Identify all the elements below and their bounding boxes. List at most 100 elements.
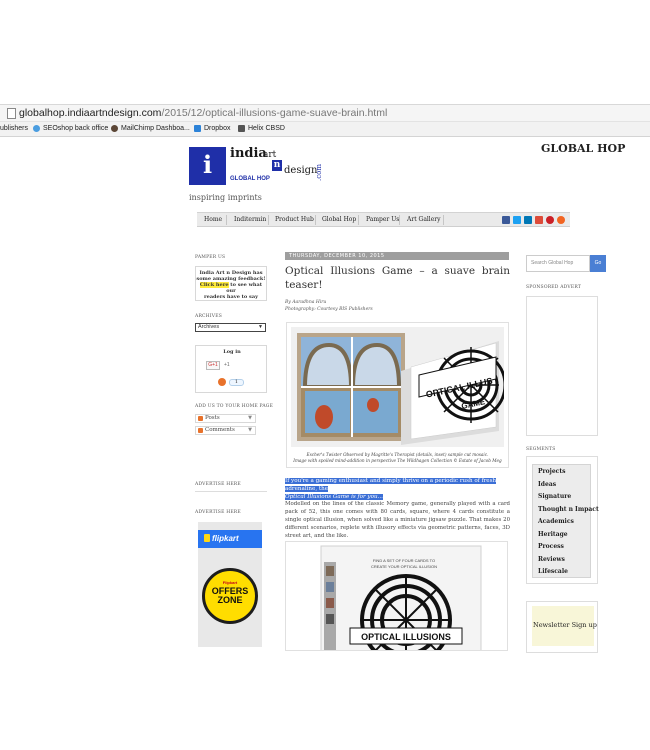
nav-divider xyxy=(443,215,444,225)
nav-divider xyxy=(268,215,269,225)
bookmark-label: MailChimp Dashboa... xyxy=(121,125,190,132)
post-title-line1: Optical Illusions Game – a suave brain xyxy=(285,265,510,277)
post-date: THURSDAY, DECEMBER 10, 2015 xyxy=(289,253,385,259)
logo-art: art xyxy=(263,150,277,160)
bookmark-dropbox[interactable]: Dropbox xyxy=(194,125,230,132)
sponsored-heading: SPONSORED ADVERT xyxy=(526,285,582,290)
tagline: inspiring imprints xyxy=(189,193,262,202)
cloud-icon xyxy=(33,125,40,132)
sponsored-advert-box[interactable] xyxy=(526,296,598,436)
segment-academics[interactable]: Academics xyxy=(538,518,574,525)
page-icon xyxy=(7,108,16,119)
game-box-photo[interactable]: OPTICAL ILLUS GAME xyxy=(291,327,504,447)
segment-signature[interactable]: Signature xyxy=(538,493,571,500)
pamper-box: India Art n Design has some amazing feed… xyxy=(195,266,267,301)
bookmark-mailchimp[interactable]: MailChimp Dashboa... xyxy=(111,125,190,132)
archives-value: Archives xyxy=(198,324,220,330)
segment-ideas[interactable]: Ideas xyxy=(538,481,556,488)
segment-heritage[interactable]: Heritage xyxy=(538,531,568,538)
follow-icon[interactable] xyxy=(218,378,226,386)
bookmarks-bar: ublishers SEOshop back office MailChimp … xyxy=(0,122,650,137)
segment-thought-n-impact[interactable]: Thought n Impact xyxy=(538,506,599,513)
offers-brand: Flipkart xyxy=(222,580,238,585)
body-paragraph: Modelled on the lines of the classic Mem… xyxy=(285,501,510,539)
zone-text: ZONE xyxy=(217,595,243,605)
second-image-frame[interactable]: FIND A SET OF FOUR CARDS TO CREATE YOUR … xyxy=(285,541,508,651)
segments-heading: SEGMENTS xyxy=(526,447,556,452)
offers-zone-badge: Flipkart OFFERS ZONE xyxy=(202,568,258,624)
bookmark-helix[interactable]: Helix CBSD xyxy=(238,125,285,132)
site-logo[interactable]: i india art n design .com GLOBAL HOP xyxy=(189,146,323,187)
svg-text:CREATE YOUR OPTICAL ILLUSION: CREATE YOUR OPTICAL ILLUSION xyxy=(371,564,437,569)
subscribe-comments-label: Comments xyxy=(205,427,235,433)
pamper-heading: PAMPER US xyxy=(195,255,226,260)
url-text[interactable]: globalhop.indiaartndesign.com/2015/12/op… xyxy=(19,107,387,119)
subscribe-posts-label: Posts xyxy=(205,415,220,421)
site-title: GLOBAL HOP xyxy=(541,142,626,155)
shopping-bag-icon xyxy=(204,534,210,542)
image-caption: Escher's Twister Observed by Magritte's … xyxy=(287,452,508,464)
caption-line2: Image with spoiled mind-addition in pers… xyxy=(293,458,502,463)
dropdown-arrow-icon: ▼ xyxy=(258,324,263,330)
archives-select[interactable]: Archives ▼ xyxy=(195,323,266,332)
subscribe-posts[interactable]: Posts ▼ xyxy=(195,414,256,423)
intro-highlight: If you're a gaming enthusiast and simply… xyxy=(285,477,510,501)
game-box-illustration: OPTICAL ILLUS GAME xyxy=(291,327,504,447)
nav-divider xyxy=(226,215,227,225)
divider xyxy=(195,491,267,492)
stumbleupon-icon[interactable] xyxy=(557,216,565,224)
segment-lifescale[interactable]: Lifescale xyxy=(538,568,568,575)
add-home-heading: ADD US TO YOUR HOME PAGE xyxy=(195,404,274,409)
googleplus-icon[interactable] xyxy=(535,216,543,224)
segment-projects[interactable]: Projects xyxy=(538,468,565,475)
search-button[interactable]: Go xyxy=(590,255,606,272)
byline-author: By Aaradhna Hiru xyxy=(285,300,327,305)
bookmark-label: Helix CBSD xyxy=(248,125,285,132)
bookmark-publishers[interactable]: ublishers xyxy=(0,125,28,132)
archives-heading: ARCHIVES xyxy=(195,314,223,319)
address-bar[interactable]: globalhop.indiaartndesign.com/2015/12/op… xyxy=(0,104,650,122)
segments-list: Projects Ideas Signature Thought n Impac… xyxy=(532,464,599,578)
post-title[interactable]: Optical Illusions Game – a suave brain t… xyxy=(285,264,510,292)
bookmark-label: SEOshop back office xyxy=(43,125,109,132)
byline: By Aaradhna Hiru Photography: Courtesy B… xyxy=(285,299,373,313)
post-date-bar: THURSDAY, DECEMBER 10, 2015 xyxy=(285,252,509,260)
search-input[interactable]: Search Global Hop xyxy=(526,255,590,272)
post-image-frame: OPTICAL ILLUS GAME Escher's Twister Obse… xyxy=(286,322,509,468)
subscribe-comments[interactable]: Comments ▼ xyxy=(195,426,256,435)
linkedin-icon[interactable] xyxy=(524,216,532,224)
nav-product-hub[interactable]: Product Hub xyxy=(275,216,314,223)
flipkart-ad[interactable]: flipkart Flipkart OFFERS ZONE xyxy=(198,522,262,647)
post-title-line2: teaser! xyxy=(285,279,323,291)
gplus-button[interactable]: G+1 xyxy=(206,361,220,370)
nav-home[interactable]: Home xyxy=(204,216,222,223)
pamper-line3: to see what our xyxy=(226,282,263,294)
segment-reviews[interactable]: Reviews xyxy=(538,556,565,563)
chevron-down-icon: ▼ xyxy=(248,427,252,433)
svg-text:FIND A SET OF FOUR CARDS TO: FIND A SET OF FOUR CARDS TO xyxy=(373,558,435,563)
segment-process[interactable]: Process xyxy=(538,543,564,550)
bookmark-label: Dropbox xyxy=(204,125,231,132)
svg-text:OPTICAL ILLUSIONS: OPTICAL ILLUSIONS xyxy=(361,632,451,642)
pinterest-icon[interactable] xyxy=(546,216,554,224)
newsletter-signup-link[interactable]: Newsletter Sign up xyxy=(533,621,597,629)
url-path: /2015/12/optical-illusions-game-suave-br… xyxy=(161,107,388,119)
click-here-link[interactable]: Click here xyxy=(199,282,229,288)
advertise-heading: ADVERTISE HERE xyxy=(195,482,241,487)
rss-icon xyxy=(198,416,203,421)
dropbox-icon xyxy=(194,125,201,132)
nav-global-hop[interactable]: Global Hop xyxy=(322,216,356,223)
nav-inditermin[interactable]: Inditermin xyxy=(234,216,266,223)
bookmark-seoshop[interactable]: SEOshop back office xyxy=(33,125,108,132)
twitter-icon[interactable] xyxy=(513,216,521,224)
gplus-count: +1 xyxy=(224,362,230,368)
byline-photo-credit: Photography: Courtesy BIS Publishers xyxy=(285,307,373,312)
helix-icon xyxy=(238,125,245,132)
login-link[interactable]: Log in xyxy=(196,349,268,355)
pamper-line4: readers have to say xyxy=(204,294,258,300)
nav-art-gallery[interactable]: Art Gallery xyxy=(407,216,441,223)
url-domain: globalhop.indiaartndesign.com xyxy=(19,107,162,119)
facebook-icon[interactable] xyxy=(502,216,510,224)
nav-pamper-us[interactable]: Pamper Us xyxy=(366,216,399,223)
logo-i: i xyxy=(202,150,213,179)
